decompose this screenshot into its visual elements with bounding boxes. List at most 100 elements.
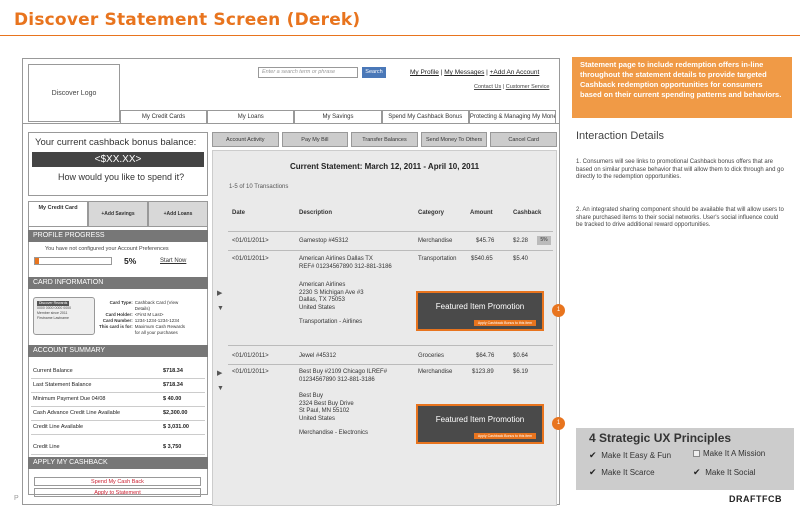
card-member-since: Member since 2011 <box>37 311 68 315</box>
summary-row: Credit Line Available $ 3,031.00 <box>31 421 205 435</box>
unchecked-box-icon <box>693 450 700 457</box>
card-type-label: Card Type: <box>109 300 133 305</box>
balance-label: Your current cashback bonus balance: <box>35 137 197 148</box>
txn-category: Merchandise <box>418 238 453 244</box>
search-input[interactable]: Enter a search term or phrase <box>258 67 358 78</box>
profile-note: You have not configured your Account Pre… <box>45 246 169 252</box>
row-divider <box>228 250 553 251</box>
annotation-note: Statement page to include redemption off… <box>572 57 792 118</box>
tab-cancel-card[interactable]: Cancel Card <box>490 132 557 147</box>
card-details: Card Type: Cashback Card (View Details) C… <box>98 300 190 336</box>
checkmark-icon: ✔ <box>589 467 597 477</box>
card-type-value[interactable]: Cashback Card (View Details) <box>134 300 190 312</box>
featured-title: Featured Item Promotion <box>435 415 525 424</box>
txn-description[interactable]: American Airlines Dallas TX <box>299 256 373 264</box>
txn-amount: $64.76 <box>476 353 495 359</box>
nav-protecting-money[interactable]: Protecting & Managing My Money <box>468 110 557 123</box>
txn-cashback: $0.64 <box>513 353 529 359</box>
contact-us-link[interactable]: Contact Us <box>474 84 501 90</box>
apply-statement-button[interactable]: Apply to Statement <box>34 488 201 497</box>
add-account-link[interactable]: +Add An Account <box>490 69 540 76</box>
summary-row: Cash Advance Credit Line Available $2,300… <box>31 407 205 421</box>
account-summary-header: ACCOUNT SUMMARY <box>28 345 208 357</box>
featured-item-promotion: Featured Item Promotion Apply Cashback B… <box>416 404 544 444</box>
summary-row: Minimum Payment Due 04/08 $ 40.00 <box>31 393 205 407</box>
customer-service-link[interactable]: Customer Service <box>506 84 550 90</box>
card-info-header: CARD INFORMATION <box>28 277 208 289</box>
annotation-marker: 1 <box>552 417 565 430</box>
search-button[interactable]: Search <box>362 67 386 78</box>
profile-progress-fill <box>35 258 39 264</box>
nav-my-credit-cards[interactable]: My Credit Cards <box>120 110 208 123</box>
expand-arrow-icon[interactable]: ▶ <box>217 369 222 377</box>
tab-my-credit-card[interactable]: My Credit Card <box>28 201 88 227</box>
apply-cashback-item-button[interactable]: Apply Cashback Bonus to this item <box>473 320 536 326</box>
my-messages-link[interactable]: My Messages <box>444 69 484 76</box>
principle-easy-fun: ✔ Make It Easy & Fun <box>589 450 672 460</box>
card-image: Discover Rewards 0000 0000 0000 0000 Mem… <box>33 297 95 335</box>
col-amount: Amount <box>470 210 493 216</box>
txn-amount: $540.65 <box>471 256 493 262</box>
discover-logo[interactable]: Discover Logo <box>28 64 120 122</box>
txn-description[interactable]: Best Buy #2109 Chicago ILREF# <box>299 369 387 377</box>
card-purpose-value: Maximum Cash Rewards for all your purcha… <box>134 324 186 335</box>
start-now-link[interactable]: Start Now <box>160 258 186 264</box>
card-holder-name: Firstname Lastname <box>37 316 69 320</box>
account-summary: Current Balance $718.34 Last Statement Ba… <box>31 365 205 455</box>
profile-progress-bar <box>34 257 112 265</box>
txn-cashback: $2.28 <box>513 238 529 244</box>
txn-date: <01/01/2011> <box>232 353 269 359</box>
page-footer: P <box>14 495 19 502</box>
txn-reference: REF# 01234567890 312-881-3186 <box>299 264 392 270</box>
txn-detail: American Airlines 2230 S Michigan Ave #3 D… <box>299 282 364 325</box>
card-number-image: 0000 0000 0000 0000 <box>37 306 72 310</box>
tab-pay-my-bill[interactable]: Pay My Bill <box>281 132 349 147</box>
summary-row: Credit Line $ 3,750 <box>31 441 205 455</box>
nav-spend-cashback[interactable]: Spend My Cashback Bonus <box>381 110 469 123</box>
principle-social: ✔ Make It Social <box>693 467 756 477</box>
agency-logo: DRAFTFCB <box>729 494 782 504</box>
balance-value: <$XX.XX> <box>32 152 204 167</box>
txn-amount: $45.76 <box>476 238 495 244</box>
top-links: My Profile | My Messages | +Add An Accou… <box>410 69 540 76</box>
collapse-arrow-icon[interactable]: ▼ <box>217 305 224 312</box>
txn-reference: 01234567890 312-881-3186 <box>299 377 375 383</box>
col-cashback: Cashback <box>513 210 542 216</box>
collapse-arrow-icon[interactable]: ▼ <box>217 385 224 392</box>
action-tabs: Account Activity Pay My Bill Transfer Ba… <box>212 132 557 147</box>
nav-my-loans[interactable]: My Loans <box>207 110 295 123</box>
profile-progress-percent: 5% <box>124 256 137 266</box>
spend-cashback-button[interactable]: Spend My Cash Back <box>34 477 201 486</box>
transaction-count: 1-5 of 10 Transactions <box>229 184 289 190</box>
txn-cashback: $6.19 <box>513 369 529 375</box>
tab-account-activity[interactable]: Account Activity <box>212 132 279 147</box>
tab-transfer-balances[interactable]: Transfer Balances <box>351 132 418 147</box>
expand-arrow-icon[interactable]: ▶ <box>217 289 222 297</box>
txn-description[interactable]: Jewel #45312 <box>299 353 336 361</box>
interaction-point-1: 1. Consumers will see links to promotion… <box>576 159 784 180</box>
txn-category: Transportation <box>418 256 457 262</box>
my-profile-link[interactable]: My Profile <box>410 69 439 76</box>
tab-send-money[interactable]: Send Money To Others <box>420 132 488 147</box>
txn-date: <01/01/2011> <box>232 369 269 375</box>
col-description: Description <box>299 210 333 216</box>
txn-date: <01/01/2011> <box>232 238 269 244</box>
tab-add-savings[interactable]: +Add Savings <box>88 201 148 227</box>
txn-description[interactable]: Gamestop #45312 <box>299 238 348 246</box>
apply-cashback-item-button[interactable]: Apply Cashback Bonus to this item <box>473 433 536 439</box>
txn-cashback: $5.40 <box>513 256 529 262</box>
tab-add-loans[interactable]: +Add Loans <box>148 201 208 227</box>
row-divider <box>228 364 553 365</box>
statement-title: Current Statement: March 12, 2011 - Apri… <box>289 162 480 171</box>
checkmark-icon: ✔ <box>589 450 597 460</box>
checkmark-icon: ✔ <box>693 467 701 477</box>
nav-my-savings[interactable]: My Savings <box>294 110 382 123</box>
col-category: Category <box>418 210 445 216</box>
summary-row: Current Balance $718.34 <box>31 365 205 379</box>
summary-row: Last Statement Balance $718.34 <box>31 379 205 393</box>
txn-detail: Best Buy 2324 Best Buy Drive St Paul, MN 5… <box>299 393 369 436</box>
principle-mission: Make It A Mission <box>693 449 765 458</box>
txn-category: Groceries <box>418 353 445 359</box>
title-rule <box>0 35 800 36</box>
interaction-point-2: 2. An integrated sharing component shoul… <box>576 207 784 228</box>
